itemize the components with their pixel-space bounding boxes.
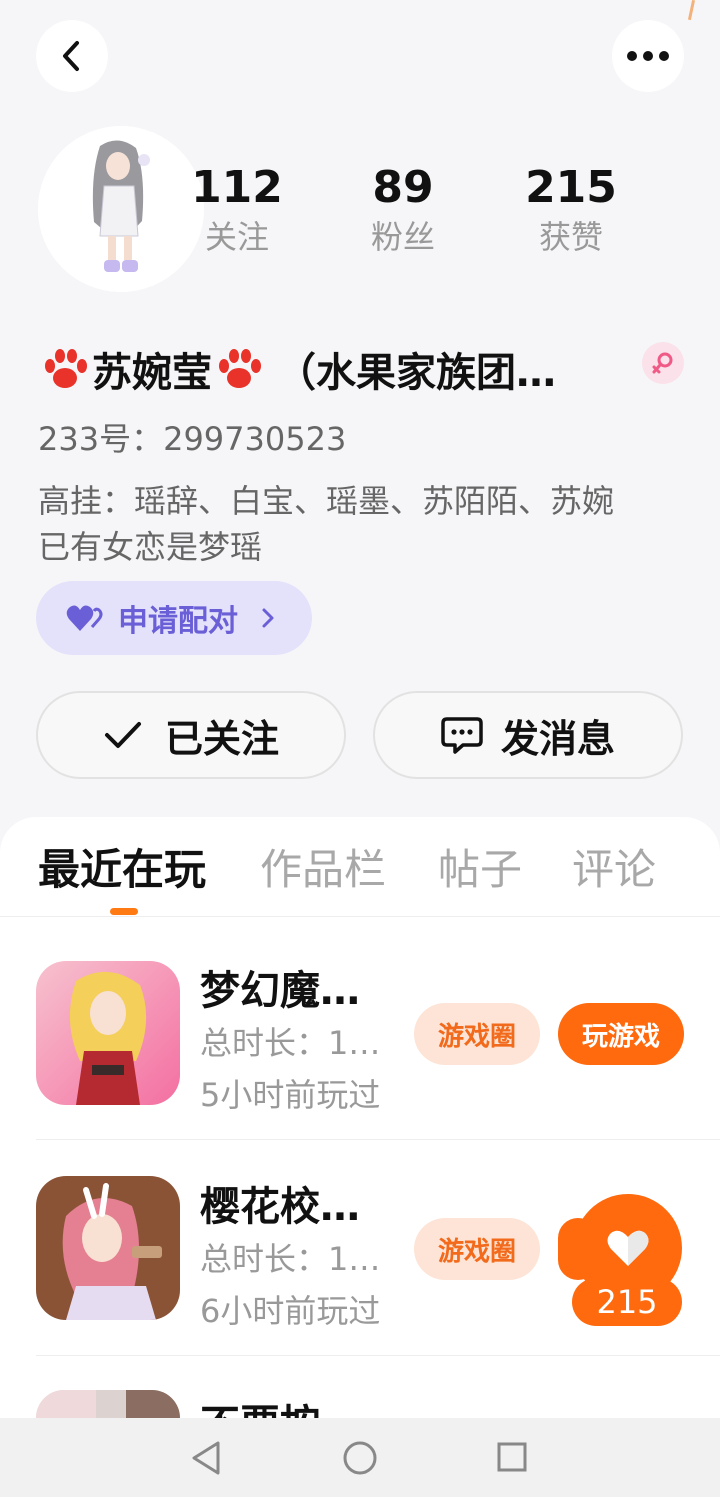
double-heart-icon <box>66 605 103 631</box>
profile-name: 苏婉莹 <box>92 350 212 396</box>
row-divider <box>36 1139 720 1140</box>
chevron-right-icon <box>262 608 274 628</box>
more-button[interactable] <box>612 20 684 92</box>
game-icon[interactable] <box>36 1390 180 1418</box>
apply-pair-button[interactable]: 申请配对 <box>36 581 312 655</box>
game-icon[interactable] <box>36 961 180 1105</box>
follow-button[interactable]: 已关注 <box>36 691 346 779</box>
chat-icon <box>441 717 483 754</box>
play-game-button[interactable]: 玩游戏 <box>558 1003 684 1065</box>
tab-comments[interactable]: 评论 <box>572 840 656 900</box>
game-title[interactable]: 梦幻魔… <box>200 958 360 1016</box>
tab-recently-played[interactable]: 最近在玩 <box>38 840 206 900</box>
paw-icon <box>45 349 87 388</box>
following-label: 关注 <box>204 218 269 256</box>
like-count[interactable]: 215 <box>572 1278 682 1326</box>
following-stat[interactable]: 112 关注 <box>172 160 302 258</box>
fans-stat[interactable]: 89 粉丝 <box>338 160 468 258</box>
game-icon[interactable] <box>36 1176 180 1320</box>
profile-name-suffix: （水果家族团… <box>276 350 556 396</box>
apply-pair-label: 申请配对 <box>118 604 238 639</box>
nav-recents-icon[interactable] <box>496 1441 528 1473</box>
tab-posts[interactable]: 帖子 <box>438 840 522 900</box>
follow-label: 已关注 <box>164 716 279 761</box>
fans-label: 粉丝 <box>370 218 435 256</box>
game-title-clip: 不要按 <box>200 1392 320 1418</box>
game-title[interactable]: 不要按 <box>200 1392 320 1418</box>
decoration-stroke <box>687 0 696 21</box>
nav-home-icon[interactable] <box>342 1440 378 1476</box>
game-circle-button[interactable]: 游戏圈 <box>414 1003 540 1065</box>
following-count: 112 <box>191 162 283 213</box>
likes-label: 获赞 <box>538 218 603 256</box>
fans-count: 89 <box>372 162 434 213</box>
game-last-played: 6小时前玩过 <box>200 1292 381 1330</box>
row-divider <box>36 1355 720 1356</box>
message-button[interactable]: 发消息 <box>373 691 683 779</box>
bio-line-2: 已有女恋是梦瑶 <box>38 528 263 566</box>
game-duration: 总时长：1… <box>200 1240 381 1278</box>
message-label: 发消息 <box>500 716 615 761</box>
tab-indicator <box>110 908 138 915</box>
tab-divider <box>0 916 720 917</box>
heart-icon <box>607 1230 649 1266</box>
check-icon <box>104 722 141 748</box>
likes-count: 215 <box>525 162 617 213</box>
more-dots-icon <box>627 51 669 61</box>
paw-icon <box>219 349 261 388</box>
game-circle-button[interactable]: 游戏圈 <box>414 1218 540 1280</box>
back-button[interactable] <box>36 20 108 92</box>
nav-back-icon[interactable] <box>190 1440 222 1476</box>
account-id: 233号：299730523 <box>38 420 347 458</box>
female-icon <box>642 342 684 384</box>
likes-stat[interactable]: 215 获赞 <box>506 160 636 258</box>
tab-works[interactable]: 作品栏 <box>260 840 386 900</box>
chevron-left-icon <box>63 41 79 71</box>
profile-name-row: 苏婉莹 （水果家族团… <box>38 336 688 402</box>
game-duration: 总时长：1… <box>200 1024 381 1062</box>
game-last-played: 5小时前玩过 <box>200 1076 381 1114</box>
system-nav-bar <box>0 1418 720 1497</box>
game-title[interactable]: 樱花校… <box>200 1174 360 1232</box>
bio-line-1: 高挂：瑶辞、白宝、瑶墨、苏陌陌、苏婉 <box>38 482 615 520</box>
